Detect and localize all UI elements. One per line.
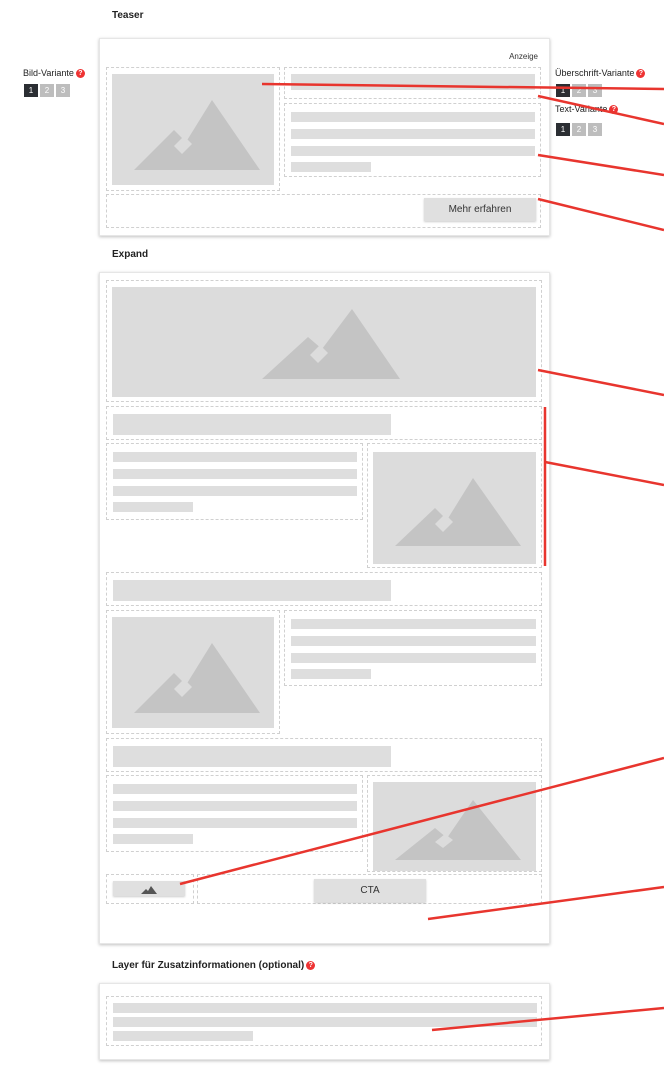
text-line [291,653,536,663]
mountain-icon [112,74,274,185]
mountain-icon [373,452,536,564]
text-line [113,1031,253,1041]
expand-text-slot[interactable] [284,610,542,686]
cta-button[interactable]: CTA [314,879,426,902]
mountain-icon [373,782,536,871]
text-variante-1[interactable]: 1 [556,123,570,136]
teaser-card: Anzeige Mehr erfahren [99,38,550,236]
headline-placeholder [291,74,535,90]
question-icon[interactable]: ? [75,69,85,79]
text-line [291,669,371,679]
expand-text-slot[interactable] [106,775,363,852]
teaser-headline-slot[interactable] [284,67,541,99]
ueberschrift-variante-label: Überschrift-Variante? [555,68,646,79]
text-line [113,1003,537,1013]
bild-variante-label: Bild-Variante? [23,68,85,79]
layer-text-slot[interactable] [106,996,542,1046]
canvas: Teaser Expand Layer für Zusatzinformatio… [0,0,664,1068]
ueberschrift-variante-3[interactable]: 3 [588,84,602,97]
expand-hero-slot[interactable] [106,280,542,402]
bild-variante-text: Bild-Variante [23,68,74,78]
bild-variante-selector: 1 2 3 [24,84,70,97]
text-variante-2[interactable]: 2 [572,123,586,136]
text-variante-selector: 1 2 3 [556,123,602,136]
text-line [291,112,535,122]
expand-title: Expand [112,249,149,260]
collapse-image-button[interactable] [113,881,185,896]
text-variante-text: Text-Variante [555,104,608,114]
text-line [113,801,357,811]
teaser-text-slot[interactable] [284,103,541,177]
text-line [113,784,357,794]
text-line [113,834,193,844]
text-line [291,636,536,646]
text-line [113,818,357,828]
text-line [291,146,535,156]
expand-card: CTA [99,272,550,944]
mountain-icon [112,617,274,728]
layer-title-text: Layer für Zusatzinformationen (optional) [112,960,305,971]
collapse-slot [106,874,194,904]
text-line [113,486,357,496]
bild-variante-1[interactable]: 1 [24,84,38,97]
text-line [113,502,193,512]
expand-headline-slot[interactable] [106,572,542,606]
text-line [113,452,357,462]
expand-image-slot[interactable] [367,775,542,872]
headline-placeholder [113,746,391,767]
teaser-image-slot[interactable] [106,67,280,191]
text-line [291,162,371,172]
layer-card [99,983,550,1060]
expand-text-slot[interactable] [106,443,363,520]
expand-cta-row: CTA [197,874,542,904]
mountain-icon [112,287,536,397]
headline-placeholder [113,580,391,601]
bild-variante-2[interactable]: 2 [40,84,54,97]
ueberschrift-variante-text: Überschrift-Variante [555,68,635,78]
question-icon[interactable]: ? [636,69,646,79]
question-icon[interactable]: ? [306,960,316,970]
mehr-erfahren-button[interactable]: Mehr erfahren [424,198,536,221]
expand-image-slot[interactable] [367,443,542,568]
ad-label: Anzeige [509,52,538,61]
ueberschrift-variante-1[interactable]: 1 [556,84,570,97]
text-variante-3[interactable]: 3 [588,123,602,136]
ueberschrift-variante-2[interactable]: 2 [572,84,586,97]
expand-headline-slot[interactable] [106,406,542,440]
teaser-cta-row: Mehr erfahren [106,194,541,228]
teaser-title: Teaser [112,10,144,21]
expand-headline-slot[interactable] [106,738,542,772]
expand-image-slot[interactable] [106,610,280,734]
mountain-icon [141,886,157,894]
text-line [291,619,536,629]
question-icon[interactable]: ? [609,105,619,115]
ueberschrift-variante-selector: 1 2 3 [556,84,602,97]
text-line [291,129,535,139]
bild-variante-3[interactable]: 3 [56,84,70,97]
headline-placeholder [113,414,391,435]
text-line [113,469,357,479]
text-variante-label: Text-Variante? [555,104,619,115]
layer-title: Layer für Zusatzinformationen (optional)… [112,960,316,971]
text-line [113,1017,537,1027]
